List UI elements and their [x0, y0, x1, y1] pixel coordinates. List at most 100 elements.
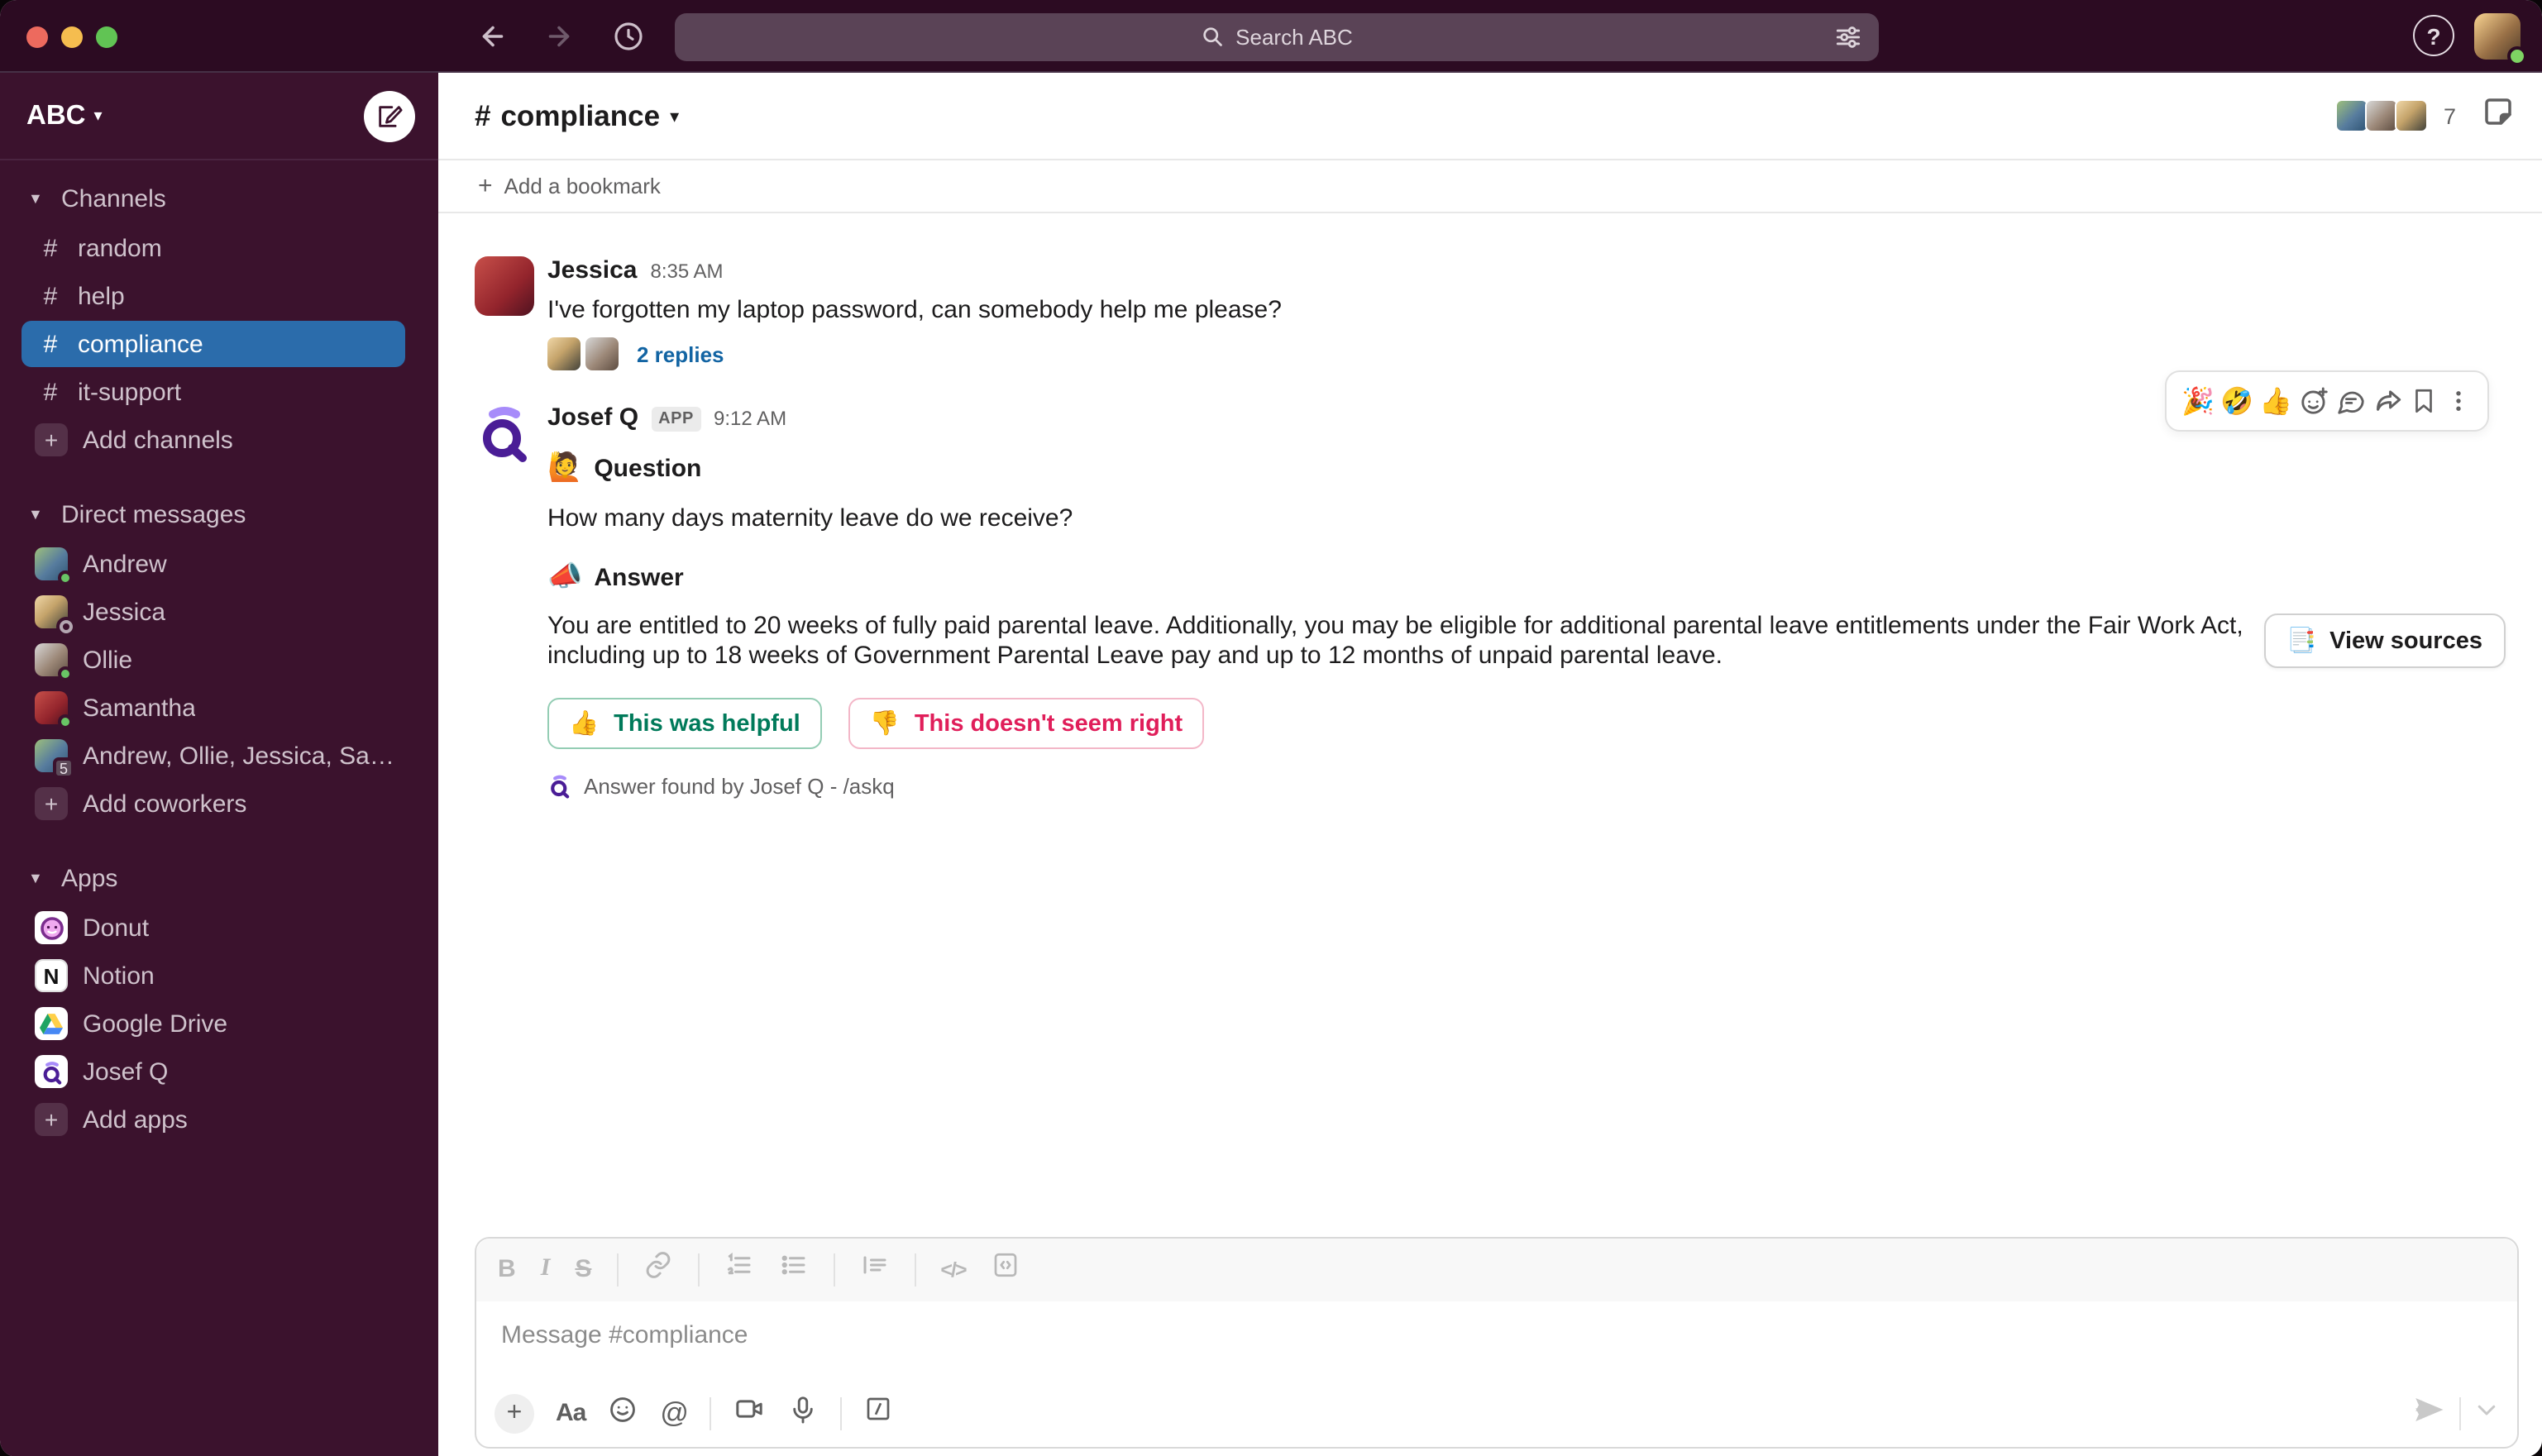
sidebar-item-random[interactable]: # random [22, 225, 405, 271]
channel-label: compliance [78, 330, 203, 358]
sidebar-item-it-support[interactable]: # it-support [22, 369, 405, 415]
save-message-button[interactable] [2411, 387, 2439, 415]
dms-section-header[interactable]: ▼ Direct messages [0, 489, 438, 539]
strikethrough-button[interactable]: S [575, 1255, 591, 1283]
add-apps-button[interactable]: + Add apps [22, 1096, 405, 1143]
add-reaction-button[interactable] [2298, 385, 2329, 417]
thread-summary[interactable]: 2 replies [547, 337, 2516, 370]
message-timestamp[interactable]: 9:12 AM [714, 407, 786, 430]
channel-header: # compliance ▾ 7 [438, 73, 2542, 160]
hash-icon: # [43, 378, 58, 406]
sidebar-app-donut[interactable]: Donut [22, 905, 405, 951]
search-filters-button[interactable] [1832, 21, 1864, 57]
thumbs-up-emoji-button[interactable]: 👍 [2259, 384, 2292, 418]
not-right-button[interactable]: 👎 This doesn't seem right [848, 698, 1205, 749]
emoji-picker-button[interactable] [607, 1393, 638, 1433]
emoji-icon [610, 1396, 636, 1421]
help-button[interactable]: ? [2413, 15, 2454, 56]
inline-code-button[interactable]: </> [940, 1258, 967, 1281]
add-channels-button[interactable]: + Add channels [22, 417, 405, 463]
zoom-window-button[interactable] [96, 26, 117, 47]
divider [710, 1396, 712, 1430]
thread-replies-link[interactable]: 2 replies [637, 341, 724, 366]
chevron-down-icon: ▾ [93, 107, 103, 125]
canvas-button[interactable] [2481, 94, 2516, 137]
avatar [2335, 99, 2369, 132]
bullet-list-button[interactable] [778, 1250, 808, 1288]
avatar [547, 337, 581, 370]
sidebar-app-google-drive[interactable]: Google Drive [22, 1000, 405, 1047]
kebab-menu-icon [2456, 391, 2461, 411]
user-avatar[interactable] [2474, 13, 2527, 66]
sidebar-dm-jessica[interactable]: Jessica [22, 589, 405, 635]
send-options-button[interactable] [2474, 1396, 2499, 1430]
josef-q-avatar[interactable] [475, 403, 534, 463]
rofl-emoji-button[interactable]: 🤣 [2220, 384, 2253, 418]
member-avatars-button[interactable] [2335, 99, 2429, 132]
sidebar-item-compliance[interactable]: # compliance [22, 321, 405, 367]
presence-online-dot [58, 570, 73, 585]
reply-thread-button[interactable] [2335, 385, 2367, 417]
more-actions-button[interactable] [2444, 387, 2473, 415]
helpful-button[interactable]: 👍 This was helpful [547, 698, 822, 749]
search-bar[interactable]: Search ABC [675, 12, 1879, 60]
sidebar-dm-group[interactable]: 5 Andrew, Ollie, Jessica, Sam... [22, 733, 405, 779]
record-video-button[interactable] [733, 1392, 767, 1434]
divider [840, 1396, 843, 1430]
blockquote-button[interactable] [859, 1250, 889, 1288]
avatar: 5 [35, 739, 74, 779]
mention-button[interactable]: @ [660, 1396, 689, 1430]
channel-label: it-support [78, 378, 182, 406]
history-forward-button[interactable] [536, 13, 582, 60]
message-author[interactable]: Jessica [547, 256, 637, 284]
sidebar-item-help[interactable]: # help [22, 273, 405, 319]
close-window-button[interactable] [26, 26, 48, 47]
forward-arrow-icon [548, 26, 570, 47]
workspace-switcher[interactable]: ABC ▾ [26, 100, 103, 131]
not-right-label: This doesn't seem right [914, 710, 1183, 737]
code-block-button[interactable] [991, 1250, 1020, 1288]
record-audio-button[interactable] [788, 1393, 819, 1433]
sidebar-dm-ollie[interactable]: Ollie [22, 637, 405, 683]
history-button[interactable] [605, 13, 652, 60]
text-format-toggle-button[interactable]: Aa [556, 1399, 586, 1427]
view-sources-button[interactable]: 📑 View sources [2263, 613, 2506, 668]
message-input[interactable] [501, 1320, 2440, 1349]
dm-label: Jessica [83, 598, 166, 626]
history-back-button[interactable] [470, 13, 516, 60]
forward-message-button[interactable] [2372, 385, 2404, 417]
add-coworkers-button[interactable]: + Add coworkers [22, 781, 405, 827]
ordered-list-button[interactable] [724, 1250, 753, 1288]
divider [914, 1253, 916, 1286]
add-reaction-icon [2301, 387, 2327, 414]
italic-button[interactable]: I [541, 1255, 551, 1283]
member-count: 7 [2443, 103, 2456, 128]
sidebar-dm-samantha[interactable]: Samantha [22, 685, 405, 731]
sidebar-app-notion[interactable]: N Notion [22, 952, 405, 999]
donut-app-icon [35, 911, 68, 944]
back-arrow-icon [482, 26, 504, 47]
channels-section-header[interactable]: ▼ Channels [0, 174, 438, 223]
link-button[interactable] [643, 1250, 672, 1288]
plus-icon: + [478, 172, 493, 200]
message-author[interactable]: Josef Q [547, 403, 638, 432]
send-button[interactable] [2411, 1392, 2446, 1435]
attach-button[interactable]: + [495, 1393, 534, 1433]
add-bookmark-button[interactable]: + Add a bookmark [438, 160, 2542, 213]
avatar[interactable] [475, 256, 534, 316]
code-block-icon [994, 1253, 1016, 1277]
bold-button[interactable]: B [498, 1255, 516, 1283]
dms-header-label: Direct messages [61, 500, 246, 528]
formatting-toolbar: B I S </> [476, 1238, 2517, 1301]
sidebar-app-josef-q[interactable]: Josef Q [22, 1048, 405, 1095]
apps-section-header[interactable]: ▼ Apps [0, 853, 438, 903]
minimize-window-button[interactable] [61, 26, 83, 47]
sidebar: ABC ▾ ▼ Channels # random # help # compl… [0, 73, 438, 1456]
shortcuts-button[interactable] [864, 1394, 894, 1432]
message-text: I've forgotten my laptop password, can s… [547, 296, 1282, 324]
sidebar-dm-andrew[interactable]: Andrew [22, 541, 405, 587]
message-timestamp[interactable]: 8:35 AM [650, 260, 723, 283]
channel-title-button[interactable]: # compliance ▾ [475, 98, 679, 133]
party-popper-emoji-button[interactable]: 🎉 [2181, 384, 2215, 418]
new-message-button[interactable] [364, 90, 415, 141]
